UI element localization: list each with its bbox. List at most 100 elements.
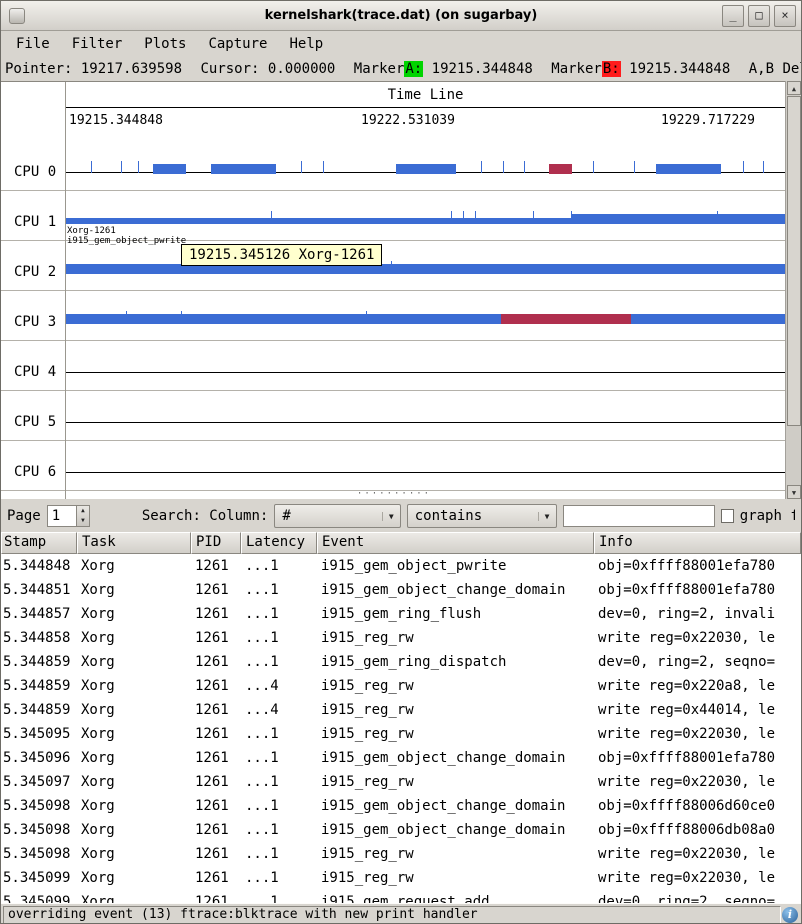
- title-bar[interactable]: kernelshark(trace.dat) (on sugarbay) _ □…: [1, 1, 801, 31]
- column-header-latency[interactable]: Latency: [241, 532, 317, 554]
- column-header-stamp[interactable]: Stamp: [1, 532, 77, 554]
- table-cell: 5.345099: [1, 890, 77, 903]
- menu-item-plots[interactable]: Plots: [133, 33, 197, 55]
- task-bar[interactable]: [396, 164, 456, 174]
- event-tick[interactable]: [271, 211, 272, 223]
- column-header-event[interactable]: Event: [317, 532, 594, 554]
- minimize-button[interactable]: _: [722, 5, 744, 27]
- scrollbar-thumb[interactable]: [787, 96, 801, 426]
- table-row[interactable]: 5.345098Xorg1261...1i915_gem_object_chan…: [1, 818, 801, 842]
- table-cell: i915_reg_rw: [317, 698, 594, 722]
- event-tick[interactable]: [121, 161, 122, 173]
- column-header-task[interactable]: Task: [77, 532, 191, 554]
- table-row[interactable]: 5.345096Xorg1261...1i915_gem_object_chan…: [1, 746, 801, 770]
- event-tick[interactable]: [475, 211, 476, 223]
- table-row[interactable]: 5.344859Xorg1261...4i915_reg_rwwrite reg…: [1, 674, 801, 698]
- event-tick[interactable]: [503, 161, 504, 173]
- menu-item-capture[interactable]: Capture: [197, 33, 278, 55]
- table-row[interactable]: 5.344859Xorg1261...4i915_reg_rwwrite reg…: [1, 698, 801, 722]
- status-bar: overriding event (13) ftrace:blktrace wi…: [1, 903, 801, 924]
- table-cell: ...1: [241, 866, 317, 890]
- event-tick[interactable]: [451, 211, 452, 223]
- maximize-button[interactable]: □: [748, 5, 770, 27]
- page-spinner[interactable]: 1: [47, 505, 90, 527]
- event-tick[interactable]: [571, 211, 572, 223]
- cpu-baseline: [66, 422, 785, 423]
- task-bar[interactable]: [153, 164, 186, 174]
- event-tick[interactable]: [524, 161, 525, 173]
- splitter-handle[interactable]: [1, 490, 787, 500]
- graph-follows-checkbox[interactable]: [721, 509, 734, 523]
- table-cell: 5.345098: [1, 794, 77, 818]
- close-button[interactable]: ×: [774, 5, 796, 27]
- event-tick[interactable]: [533, 211, 534, 223]
- kernelshark-window: kernelshark(trace.dat) (on sugarbay) _ □…: [0, 0, 802, 924]
- event-tick[interactable]: [634, 161, 635, 173]
- event-tick[interactable]: [126, 311, 127, 323]
- task-bar[interactable]: [211, 164, 276, 174]
- event-tick[interactable]: [463, 211, 464, 223]
- table-row[interactable]: 5.345098Xorg1261...1i915_gem_object_chan…: [1, 794, 801, 818]
- table-row[interactable]: 5.344848Xorg1261...1i915_gem_object_pwri…: [1, 554, 801, 578]
- table-row[interactable]: 5.345097Xorg1261...1i915_reg_rwwrite reg…: [1, 770, 801, 794]
- page-value[interactable]: 1: [48, 506, 76, 526]
- info-icon[interactable]: i: [782, 907, 798, 923]
- table-row[interactable]: 5.344859Xorg1261...1i915_gem_ring_dispat…: [1, 650, 801, 674]
- timeline-tooltip: 19215.345126 Xorg-1261: [181, 244, 382, 266]
- table-row[interactable]: 5.345095Xorg1261...1i915_reg_rwwrite reg…: [1, 722, 801, 746]
- timeline-graph[interactable]: Time Line 19215.344848 19222.531039 1922…: [1, 81, 787, 499]
- scroll-down-icon[interactable]: [787, 485, 801, 499]
- event-table-body[interactable]: 5.344848Xorg1261...1i915_gem_object_pwri…: [1, 554, 801, 903]
- event-tick[interactable]: [91, 161, 92, 173]
- table-cell: 1261: [191, 650, 241, 674]
- graph-follows-label: graph f: [740, 508, 795, 524]
- event-tick[interactable]: [481, 161, 482, 173]
- table-cell: Xorg: [77, 578, 191, 602]
- table-cell: 5.345098: [1, 818, 77, 842]
- cpu-label: CPU 4: [14, 364, 56, 380]
- task-bar[interactable]: [66, 314, 785, 324]
- event-tick[interactable]: [391, 261, 392, 273]
- task-bar[interactable]: [549, 164, 572, 174]
- event-tick[interactable]: [593, 161, 594, 173]
- menu-item-help[interactable]: Help: [278, 33, 334, 55]
- task-bar[interactable]: [571, 214, 785, 224]
- table-row[interactable]: 5.345099Xorg1261...1i915_reg_rwwrite reg…: [1, 866, 801, 890]
- spin-up-icon[interactable]: [77, 506, 89, 516]
- chevron-down-icon: [382, 512, 400, 521]
- menu-item-file[interactable]: File: [5, 33, 61, 55]
- event-tick[interactable]: [763, 161, 764, 173]
- table-row[interactable]: 5.344858Xorg1261...1i915_reg_rwwrite reg…: [1, 626, 801, 650]
- event-tick[interactable]: [323, 161, 324, 173]
- column-header-pid[interactable]: PID: [191, 532, 241, 554]
- spinner-buttons: [76, 506, 89, 526]
- status-message: overriding event (13) ftrace:blktrace wi…: [3, 906, 781, 924]
- delta-label: A,B Delt: [749, 61, 801, 77]
- table-row[interactable]: 5.345099Xorg1261...1i915_gem_request_add…: [1, 890, 801, 903]
- event-tick[interactable]: [366, 311, 367, 323]
- column-dropdown[interactable]: #: [274, 504, 400, 528]
- table-cell: 5.345095: [1, 722, 77, 746]
- column-dropdown-value: #: [275, 508, 381, 524]
- task-bar[interactable]: [66, 264, 785, 274]
- task-bar[interactable]: [501, 314, 631, 324]
- menu-item-filter[interactable]: Filter: [61, 33, 134, 55]
- column-header-info[interactable]: Info: [594, 532, 801, 554]
- event-tick[interactable]: [743, 161, 744, 173]
- scroll-up-icon[interactable]: [787, 81, 801, 95]
- table-cell: ...1: [241, 770, 317, 794]
- table-cell: obj=0xffff88001efa780: [594, 746, 801, 770]
- event-tick[interactable]: [301, 161, 302, 173]
- spin-down-icon[interactable]: [77, 516, 89, 526]
- table-row[interactable]: 5.344851Xorg1261...1i915_gem_object_chan…: [1, 578, 801, 602]
- graph-scrollbar[interactable]: [785, 81, 801, 499]
- search-input[interactable]: [563, 505, 715, 527]
- event-tick[interactable]: [181, 311, 182, 323]
- task-bar[interactable]: [656, 164, 721, 174]
- event-tick[interactable]: [138, 161, 139, 173]
- table-cell: write reg=0x22030, le: [594, 866, 801, 890]
- table-row[interactable]: 5.344857Xorg1261...1i915_gem_ring_flushd…: [1, 602, 801, 626]
- event-tick[interactable]: [717, 211, 718, 223]
- match-dropdown[interactable]: contains: [407, 504, 557, 528]
- table-row[interactable]: 5.345098Xorg1261...1i915_reg_rwwrite reg…: [1, 842, 801, 866]
